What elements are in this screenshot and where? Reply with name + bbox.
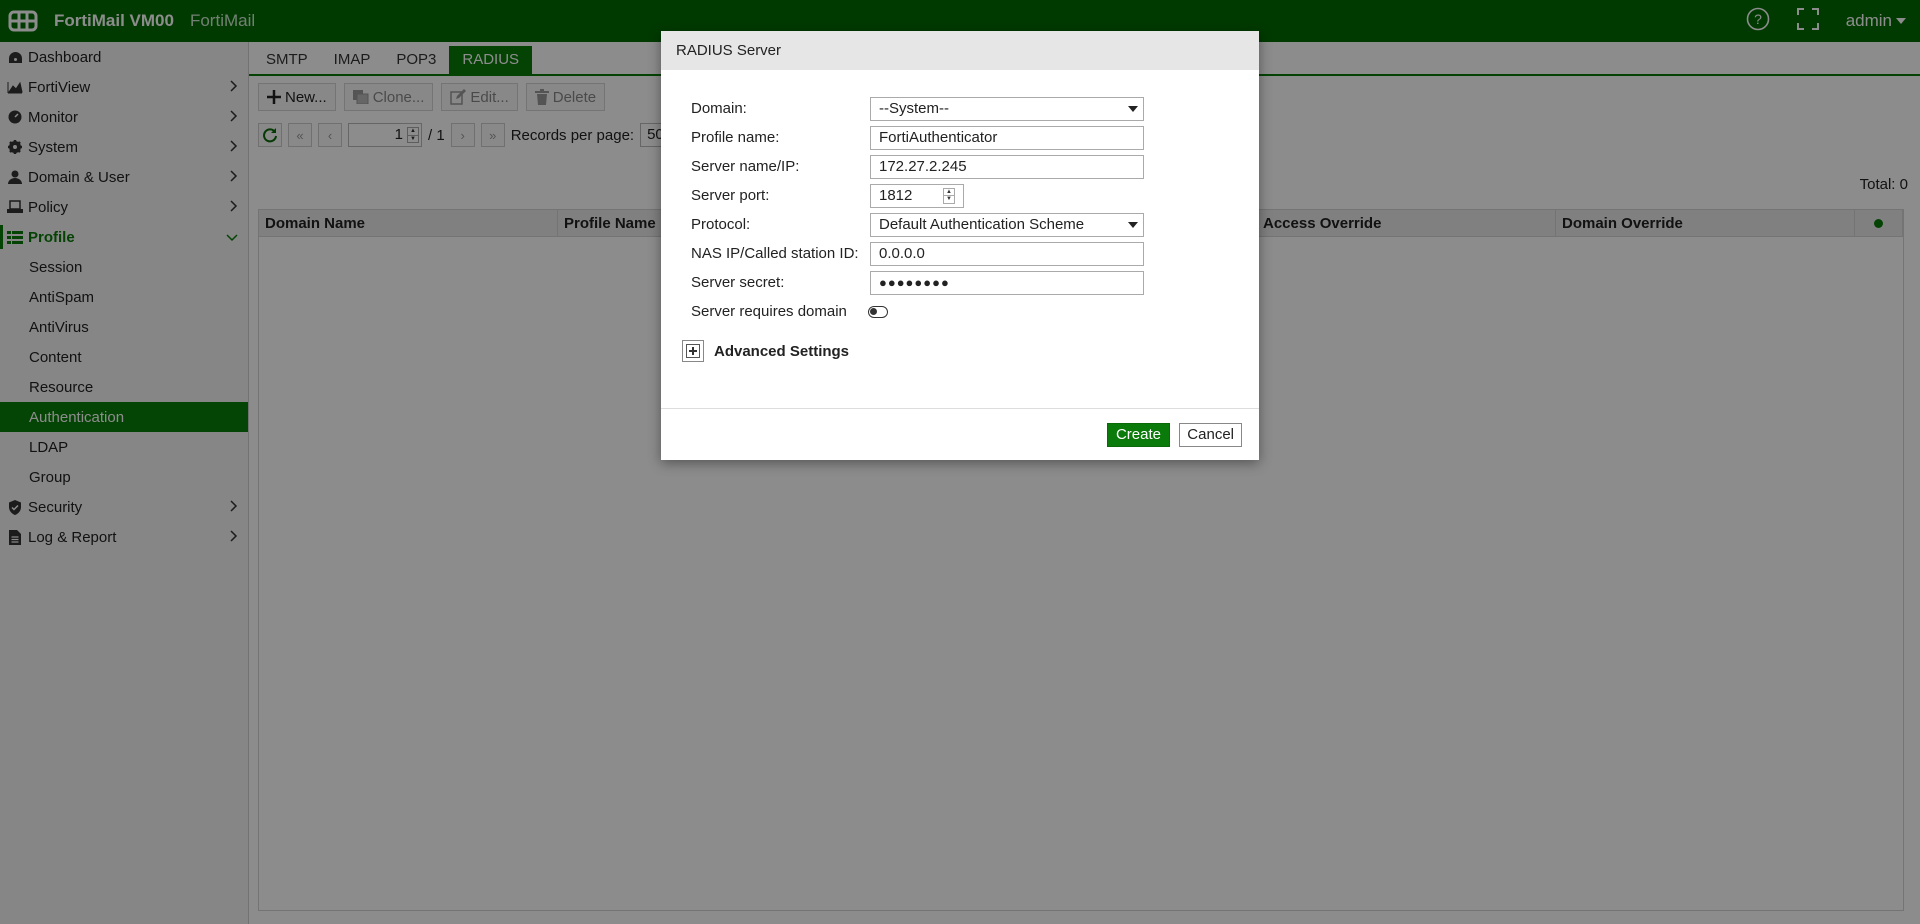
nas-ip-label: NAS IP/Called station ID: — [691, 245, 859, 262]
server-port-input[interactable]: 1812 ▲ ▼ — [870, 183, 964, 208]
server-name-input[interactable]: 172.27.2.245 — [870, 154, 1144, 179]
cancel-button[interactable]: Cancel — [1179, 423, 1242, 447]
advanced-settings-toggle[interactable]: Advanced Settings — [682, 340, 849, 362]
requires-domain-toggle[interactable] — [868, 305, 888, 318]
server-secret-input[interactable]: ●●●●●●●● — [870, 270, 1144, 295]
server-secret-label: Server secret: — [691, 274, 785, 291]
dropdown-caret-icon — [1128, 105, 1138, 112]
radius-form: Domain: --System-- Profile name: FortiAu… — [661, 70, 1259, 326]
nas-ip-input[interactable]: 0.0.0.0 — [870, 241, 1144, 266]
create-button[interactable]: Create — [1106, 423, 1170, 447]
port-spinner[interactable]: ▲ ▼ — [943, 187, 955, 204]
protocol-select[interactable]: Default Authentication Scheme — [870, 212, 1144, 237]
protocol-label: Protocol: — [691, 216, 751, 233]
domain-label: Domain: — [691, 100, 747, 117]
dropdown-caret-icon — [1128, 221, 1138, 228]
server-port-label: Server port: — [691, 187, 770, 204]
expand-plus-icon — [682, 340, 704, 362]
profile-name-label: Profile name: — [691, 129, 780, 146]
dialog-title: RADIUS Server — [661, 31, 1259, 70]
radius-server-dialog: RADIUS Server Domain: --System-- Profile… — [661, 31, 1259, 460]
server-name-label: Server name/IP: — [691, 158, 800, 175]
requires-domain-label: Server requires domain — [691, 303, 847, 320]
profile-name-input[interactable]: FortiAuthenticator — [870, 125, 1144, 150]
domain-select[interactable]: --System-- — [870, 96, 1144, 121]
dialog-footer: Create Cancel — [661, 408, 1259, 460]
